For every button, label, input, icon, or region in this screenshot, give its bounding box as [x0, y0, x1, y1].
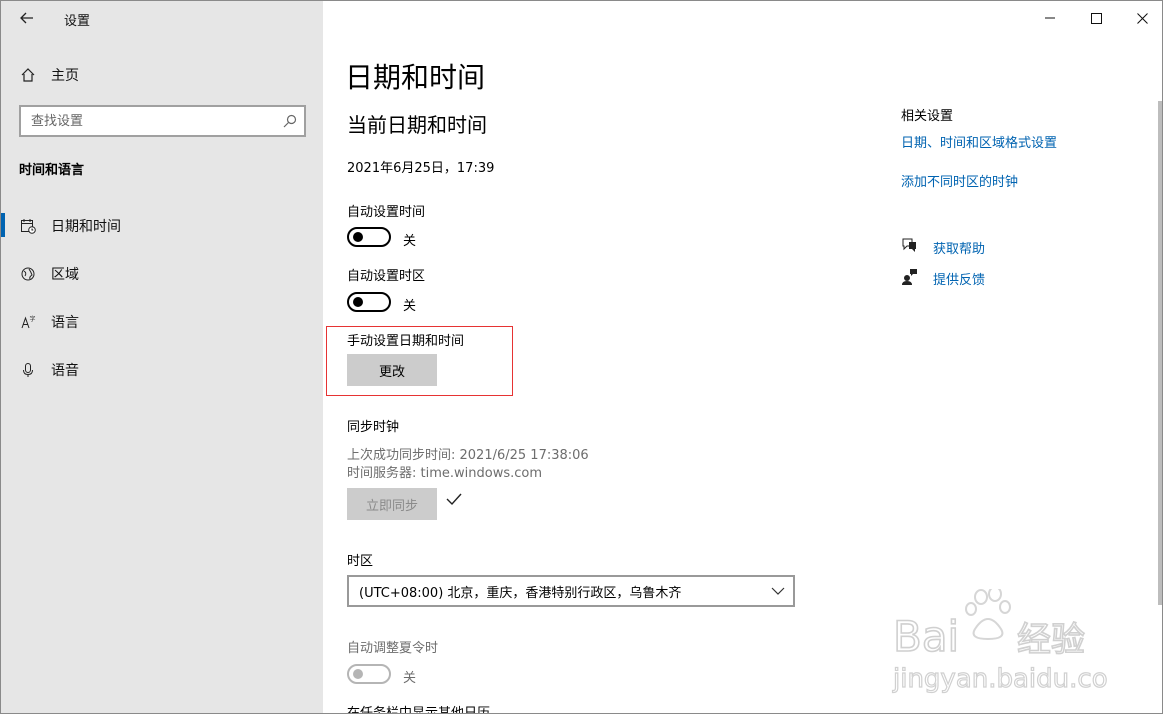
change-button[interactable]: 更改 — [347, 354, 437, 386]
chevron-down-icon — [771, 585, 785, 597]
toggle-knob — [353, 669, 363, 679]
minimize-button[interactable] — [1027, 1, 1073, 35]
last-sync-text: 上次成功同步时间: 2021/6/25 17:38:06 — [347, 448, 589, 463]
help-icon — [901, 237, 919, 257]
settings-window: 设置 主页 时间和语言 日期和时间 区域 — [0, 0, 1163, 714]
auto-timezone-toggle[interactable] — [347, 292, 391, 312]
app-title: 设置 — [64, 14, 91, 29]
sidebar-item-home[interactable]: 主页 — [1, 55, 323, 95]
svg-text:字: 字 — [30, 315, 36, 323]
toggle-knob — [353, 232, 363, 242]
toggle-knob — [353, 297, 363, 307]
section-title: 时间和语言 — [19, 163, 85, 178]
dst-toggle[interactable] — [347, 664, 391, 684]
add-clocks-link[interactable]: 添加不同时区的时钟 — [901, 171, 1018, 190]
related-settings-title: 相关设置 — [901, 109, 954, 124]
search-box[interactable] — [19, 105, 306, 137]
dst-state: 关 — [403, 671, 417, 686]
sidebar-item-region[interactable]: 区域 — [1, 254, 323, 294]
current-datetime-value: 2021年6月25日，17:39 — [347, 161, 495, 176]
auto-time-label: 自动设置时间 — [347, 205, 426, 220]
sidebar-item-speech[interactable]: 语音 — [1, 350, 323, 390]
other-calendar-label: 在任务栏中显示其他日历 — [347, 706, 491, 714]
current-datetime-heading: 当前日期和时间 — [347, 113, 487, 137]
search-input[interactable] — [29, 107, 273, 135]
titlebar-left: 设置 — [1, 1, 323, 35]
sidebar-item-label: 语言 — [51, 315, 79, 331]
sync-label: 同步时钟 — [347, 420, 400, 435]
page-title: 日期和时间 — [345, 61, 486, 94]
close-button[interactable] — [1119, 1, 1162, 35]
sidebar: 设置 主页 时间和语言 日期和时间 区域 — [1, 1, 323, 713]
microphone-icon — [19, 361, 37, 379]
main-content: 日期和时间 当前日期和时间 2021年6月25日，17:39 自动设置时间 关 … — [323, 1, 1162, 714]
auto-timezone-label: 自动设置时区 — [347, 269, 426, 284]
auto-timezone-state: 关 — [403, 299, 417, 314]
sidebar-item-label: 语音 — [51, 363, 79, 379]
timezone-label: 时区 — [347, 554, 374, 569]
back-button[interactable] — [11, 5, 43, 31]
feedback-link[interactable]: 提供反馈 — [933, 269, 985, 288]
feedback-icon — [901, 268, 919, 290]
time-server-text: 时间服务器: time.windows.com — [347, 466, 543, 481]
back-arrow-icon — [20, 12, 33, 24]
language-icon: 字 — [19, 313, 37, 331]
sidebar-item-label: 区域 — [51, 267, 79, 283]
scrollbar[interactable] — [1158, 101, 1162, 605]
maximize-button[interactable] — [1073, 1, 1119, 35]
auto-time-toggle[interactable] — [347, 227, 391, 247]
sidebar-item-label: 日期和时间 — [51, 219, 121, 235]
maximize-icon — [1090, 12, 1102, 24]
search-icon[interactable] — [282, 113, 298, 129]
close-icon — [1136, 12, 1148, 24]
timezone-select[interactable]: (UTC+08:00) 北京，重庆，香港特别行政区，乌鲁木齐 — [347, 575, 795, 607]
home-icon — [19, 66, 37, 84]
manual-set-label: 手动设置日期和时间 — [347, 334, 465, 349]
calendar-clock-icon — [19, 217, 37, 235]
dst-label: 自动调整夏令时 — [347, 641, 439, 656]
get-help-link[interactable]: 获取帮助 — [933, 238, 985, 257]
checkmark-icon — [445, 491, 463, 511]
sidebar-item-label: 主页 — [51, 68, 79, 84]
globe-icon — [19, 265, 37, 283]
regional-format-link[interactable]: 日期、时间和区域格式设置 — [901, 132, 1057, 151]
sync-now-button[interactable]: 立即同步 — [347, 488, 437, 520]
auto-time-state: 关 — [403, 234, 417, 249]
timezone-value: (UTC+08:00) 北京，重庆，香港特别行政区，乌鲁木齐 — [359, 585, 682, 601]
sidebar-item-language[interactable]: 字 语言 — [1, 302, 323, 342]
minimize-icon — [1045, 17, 1055, 19]
sidebar-item-date-time[interactable]: 日期和时间 — [1, 206, 323, 246]
